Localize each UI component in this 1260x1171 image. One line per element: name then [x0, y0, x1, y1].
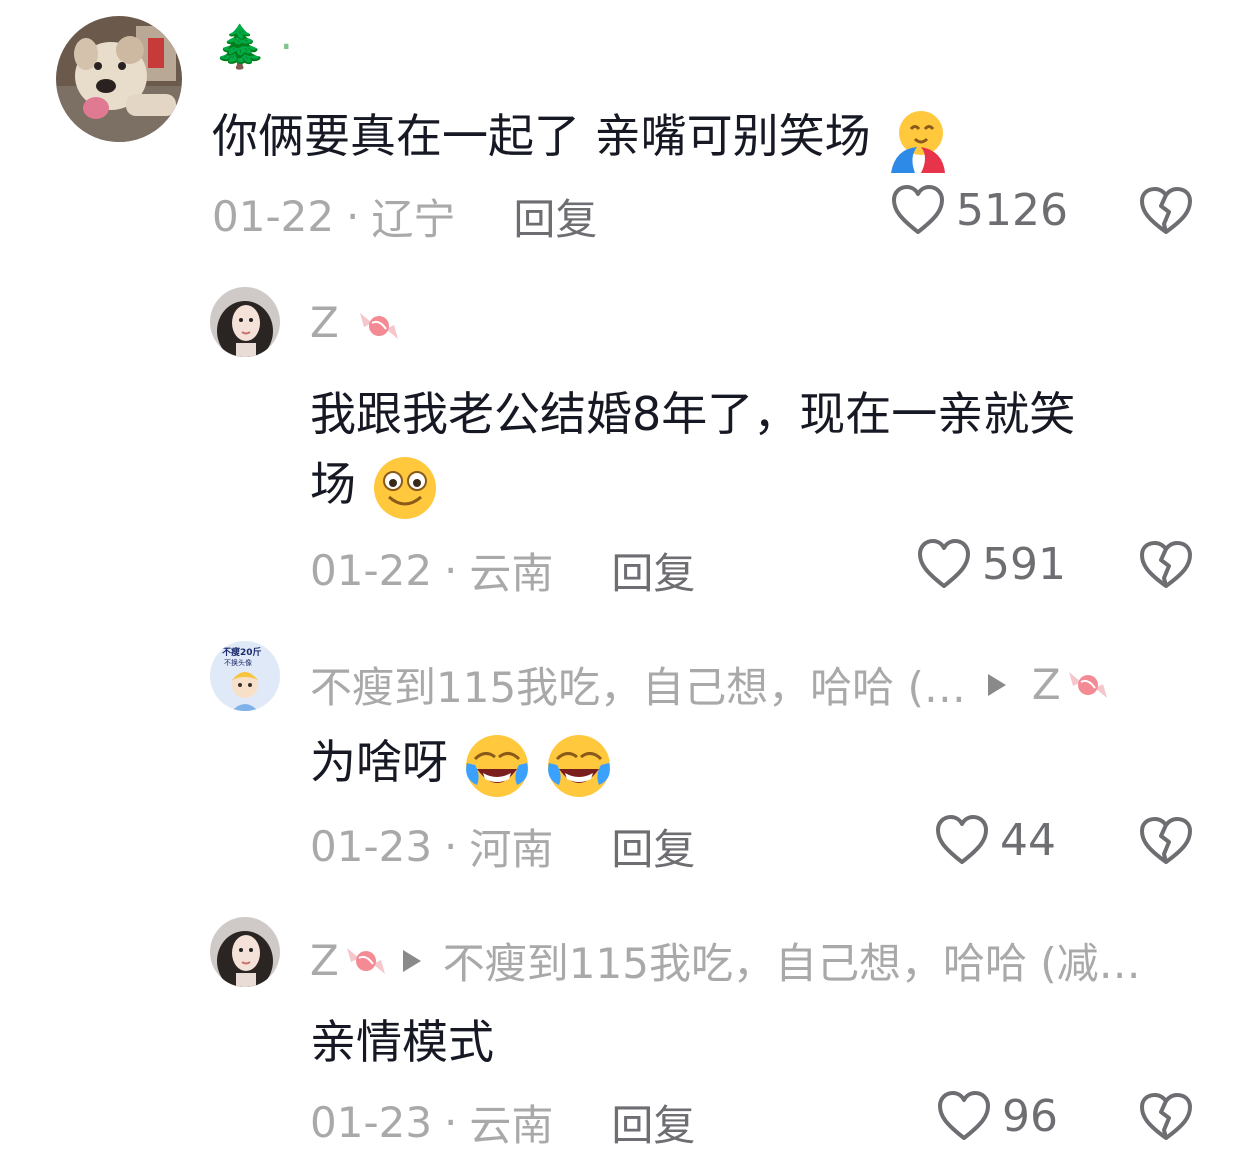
like-button[interactable]: 591: [916, 538, 1066, 590]
comment-text-body: 你俩要真在一起了 亲嘴可别笑场: [212, 109, 871, 163]
crying-laugh-emoji-icon: [465, 734, 528, 797]
comment-meta: 01-23 · 云南 回复: [310, 1092, 695, 1153]
dislike-button[interactable]: [1139, 540, 1193, 594]
comment-text-body: 为啥呀: [310, 735, 448, 789]
avatar-caption-2: 不换头像: [224, 658, 252, 667]
girl-avatar-icon: [210, 287, 280, 357]
comment-text: 我跟我老公结婚8年了，现在一亲就笑: [310, 378, 1075, 444]
location: 辽宁: [371, 195, 456, 244]
reply-button[interactable]: 回复: [611, 540, 695, 601]
location: 河南: [469, 825, 554, 874]
like-button[interactable]: 44: [934, 814, 1056, 866]
heart-outline-icon: [918, 539, 970, 588]
avatar[interactable]: [210, 917, 280, 987]
broken-heart-icon: [1140, 187, 1192, 234]
comment-text-line1: 我跟我老公结婚8年了，现在一亲就笑: [310, 387, 1076, 441]
avatar[interactable]: 不瘦20斤 不换头像: [210, 641, 280, 711]
like-count: 5126: [956, 184, 1068, 236]
date: 01-22: [310, 546, 433, 595]
separator-dot: ·: [444, 822, 458, 871]
avatar-caption: 不瘦20斤: [222, 646, 262, 658]
reply-header: Z 不瘦到115我吃，自己想，哈哈 (减…: [310, 930, 1141, 991]
location: 云南: [469, 1101, 554, 1150]
play-triangle-icon: [987, 673, 1006, 696]
girl-avatar-icon: [210, 917, 280, 987]
candy-icon: [1068, 671, 1107, 698]
candy-icon: [360, 312, 399, 339]
like-count: 44: [1000, 814, 1056, 866]
date: 01-23: [310, 822, 433, 871]
separator-dot: ·: [346, 192, 360, 241]
comment-meta: 01-23 · 河南 回复: [310, 816, 695, 877]
reply-button[interactable]: 回复: [611, 1092, 695, 1153]
heart-outline-icon: [892, 185, 944, 234]
dog-avatar-icon: [56, 16, 182, 142]
smile-emoji-icon: [373, 456, 436, 519]
like-count: 96: [1002, 1090, 1058, 1142]
comment-text: 为啥呀: [310, 726, 613, 799]
separator-dot: ·: [444, 546, 458, 595]
like-count: 591: [982, 538, 1066, 590]
date: 01-22: [212, 192, 335, 241]
comment-text-body: 亲情模式: [310, 1015, 494, 1069]
comment-meta: 01-22 · 辽宁 回复: [212, 186, 597, 247]
dislike-button[interactable]: [1139, 1092, 1193, 1146]
separator-dot: ·: [444, 1098, 458, 1147]
play-triangle-icon: [402, 949, 421, 972]
dislike-button[interactable]: [1139, 186, 1193, 240]
broken-heart-icon: [1140, 1093, 1192, 1140]
cartoon-avatar-icon: 不瘦20斤 不换头像: [210, 641, 280, 711]
username[interactable]: Z: [310, 936, 339, 985]
broken-heart-icon: [1140, 817, 1192, 864]
like-button[interactable]: 96: [936, 1090, 1058, 1142]
comment-text-line2: 场: [310, 457, 356, 511]
reply-button[interactable]: 回复: [611, 816, 695, 877]
username[interactable]: 不瘦到115我吃，自己想，哈哈 (…: [310, 654, 966, 715]
heart-outline-icon: [938, 1091, 990, 1140]
avatar[interactable]: [56, 16, 182, 142]
heart-outline-icon: [936, 815, 988, 864]
avatar[interactable]: [210, 287, 280, 357]
reply-to-username[interactable]: Z: [1032, 660, 1061, 709]
candy-icon: [346, 947, 385, 974]
crying-laugh-emoji-icon: [548, 734, 611, 797]
reply-header: 不瘦到115我吃，自己想，哈哈 (… Z: [310, 654, 1115, 715]
reply-button[interactable]: 回复: [513, 186, 597, 247]
date: 01-23: [310, 1098, 433, 1147]
dislike-button[interactable]: [1139, 816, 1193, 870]
broken-heart-icon: [1140, 541, 1192, 588]
hug-emoji-icon: [891, 110, 946, 173]
username[interactable]: Z: [310, 298, 406, 349]
reply-to-username[interactable]: 不瘦到115我吃，自己想，哈哈 (减…: [443, 930, 1141, 991]
username-text: Z: [310, 298, 339, 347]
like-button[interactable]: 5126: [890, 184, 1068, 236]
username[interactable]: 🌲 ·: [214, 22, 293, 72]
location: 云南: [469, 549, 554, 598]
comment-text: 你俩要真在一起了 亲嘴可别笑场: [212, 100, 951, 173]
comment-text: 亲情模式: [310, 1006, 494, 1072]
comment-meta: 01-22 · 云南 回复: [310, 540, 695, 601]
comment-text-cont: 场: [310, 448, 439, 521]
